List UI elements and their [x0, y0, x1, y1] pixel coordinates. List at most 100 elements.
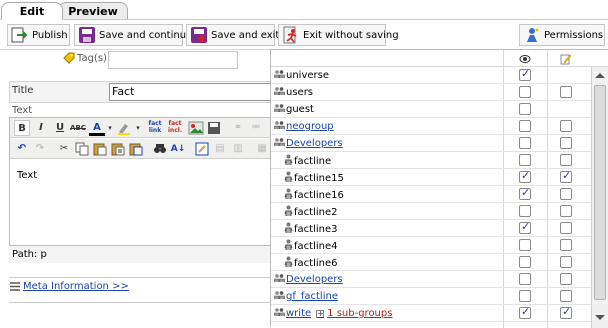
font-color-button[interactable]: A	[89, 120, 105, 136]
link-disabled-icon[interactable]: ⚭	[230, 120, 246, 136]
view-permission-checkbox[interactable]	[519, 86, 531, 98]
unlink-disabled-icon[interactable]: ⚮	[248, 120, 264, 136]
view-permission-checkbox[interactable]	[519, 103, 531, 115]
expand-icon[interactable]: +	[316, 309, 325, 318]
edit-permission-checkbox[interactable]	[560, 256, 572, 268]
table-disabled-icon[interactable]: ▤	[212, 141, 228, 157]
view-permission-checkbox[interactable]	[519, 205, 531, 217]
view-permission-checkbox[interactable]	[519, 305, 531, 319]
image-icon[interactable]	[188, 120, 204, 136]
editor-content[interactable]: Text	[17, 170, 37, 181]
view-permission-checkbox[interactable]	[519, 154, 531, 166]
scroll-up-icon[interactable]	[595, 73, 605, 78]
permission-name[interactable]: Developers	[274, 273, 343, 286]
permission-name[interactable]: gf_factline	[274, 290, 338, 303]
cut-icon[interactable]: ✂	[56, 141, 72, 157]
permission-name-label: guest	[286, 104, 314, 115]
chevron-down-icon[interactable]: ▾	[106, 120, 114, 136]
permission-name-label: factline15	[294, 172, 344, 184]
tags-input[interactable]	[108, 51, 238, 69]
permission-row: factline	[271, 152, 591, 169]
view-permission-checkbox[interactable]	[519, 120, 531, 132]
tab-preview[interactable]: Preview	[58, 2, 128, 20]
save-small-icon[interactable]	[206, 120, 222, 136]
replace-icon[interactable]: A↓	[170, 141, 186, 157]
permissions-scrollbar[interactable]	[591, 67, 608, 328]
edit-permission-checkbox[interactable]	[560, 154, 572, 166]
save-and-exit-button[interactable]: Save and exit	[186, 24, 279, 46]
tab-edit[interactable]: Edit	[1, 2, 63, 20]
save-and-continue-button[interactable]: Save and continue	[74, 24, 192, 46]
italic-button[interactable]: I	[33, 120, 49, 136]
underline-button[interactable]: U	[52, 120, 68, 136]
permission-name: factline6	[274, 256, 337, 270]
view-permission-checkbox[interactable]	[519, 239, 531, 251]
permission-name[interactable]: write +1 sub-groups	[274, 307, 392, 320]
undo-icon[interactable]: ↶	[14, 141, 30, 157]
publish-icon	[11, 27, 28, 43]
bold-button[interactable]: B	[14, 120, 30, 136]
exit-without-saving-button[interactable]: Exit without saving	[278, 24, 399, 46]
permission-name[interactable]: neogroup	[274, 120, 334, 133]
paste-text-icon[interactable]	[110, 141, 126, 157]
meta-information-link[interactable]: Meta Information >>	[23, 281, 129, 292]
redo-icon[interactable]: ↷	[32, 141, 48, 157]
edit-permission-checkbox[interactable]	[560, 120, 572, 132]
view-permission-checkbox[interactable]	[519, 220, 531, 234]
strikethrough-button[interactable]: ABC	[70, 120, 86, 136]
edit-permission-checkbox[interactable]	[560, 222, 572, 234]
edit-permission-checkbox[interactable]	[560, 137, 572, 149]
permissions-header	[271, 50, 608, 67]
permission-name-label: factline4	[294, 240, 338, 252]
edit-permission-checkbox[interactable]	[560, 290, 572, 302]
permission-name-label: factline	[294, 155, 332, 167]
permission-row: gf_factline	[271, 288, 591, 305]
permissions-button[interactable]: Permissions	[519, 24, 605, 46]
scroll-down-icon[interactable]	[595, 315, 605, 320]
view-permission-checkbox[interactable]	[519, 256, 531, 268]
edit-permission-checkbox[interactable]	[560, 273, 572, 285]
permission-row: factline4	[271, 237, 591, 254]
rich-text-editor: B I U ABC A ▾ ▾ fact link fact incl. ⚭ ⚮…	[9, 117, 280, 263]
edit-permission-checkbox[interactable]	[560, 239, 572, 251]
permission-row: factline15	[271, 169, 591, 186]
group-icon	[274, 86, 285, 99]
table-row-disabled-icon[interactable]: ▥	[230, 141, 246, 157]
publish-button[interactable]: Publish	[7, 24, 70, 46]
permission-row: write +1 sub-groups	[271, 305, 591, 322]
edit-permission-checkbox[interactable]	[560, 86, 572, 98]
copy-icon[interactable]	[74, 141, 90, 157]
permission-row: factline16	[271, 186, 591, 203]
paste-word-icon[interactable]	[128, 141, 144, 157]
edit-permission-checkbox[interactable]	[560, 205, 572, 217]
paste-icon[interactable]	[92, 141, 108, 157]
view-permission-checkbox[interactable]	[519, 169, 531, 183]
permission-name-label: write	[286, 308, 312, 319]
save-and-continue-label: Save and continue	[99, 29, 193, 41]
find-icon[interactable]	[152, 141, 168, 157]
table-col-disabled-icon[interactable]: ▦	[254, 141, 270, 157]
permission-name-label: factline16	[294, 189, 344, 201]
title-input[interactable]: Fact	[109, 83, 279, 101]
view-permission-checkbox[interactable]	[519, 186, 531, 200]
edit-permission-checkbox[interactable]	[560, 169, 572, 183]
edit-permission-checkbox[interactable]	[560, 305, 572, 319]
highlight-icon[interactable]	[116, 120, 132, 136]
divider	[9, 302, 279, 303]
text-label: Text	[12, 105, 33, 116]
permission-name[interactable]: Developers	[274, 137, 343, 150]
edit-source-icon[interactable]	[194, 141, 210, 157]
fact-link-button[interactable]: fact link	[146, 120, 164, 136]
user-icon	[284, 222, 293, 236]
view-permission-checkbox[interactable]	[519, 137, 531, 149]
group-icon	[274, 120, 285, 133]
chevron-down-icon[interactable]: ▾	[134, 120, 142, 136]
view-permission-checkbox[interactable]	[519, 273, 531, 285]
scrollbar-thumb[interactable]	[594, 85, 606, 300]
view-permission-checkbox[interactable]	[519, 290, 531, 302]
edit-permission-checkbox[interactable]	[560, 188, 572, 200]
sub-groups-link[interactable]: 1 sub-groups	[327, 308, 392, 319]
fact-include-button[interactable]: fact incl.	[166, 120, 184, 136]
view-permission-checkbox[interactable]	[519, 67, 531, 81]
permission-row: factline6	[271, 254, 591, 271]
